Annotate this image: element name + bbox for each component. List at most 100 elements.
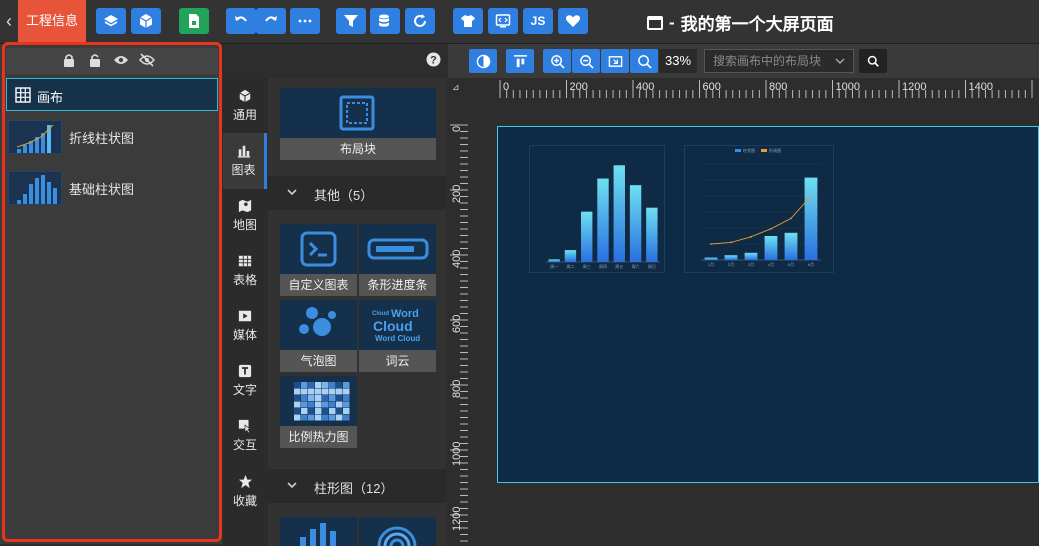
x-tick-label: 周三 xyxy=(583,263,591,269)
bar xyxy=(581,211,593,262)
zoom-level[interactable]: 33% xyxy=(659,49,697,73)
zoom-out-button[interactable] xyxy=(572,49,600,73)
layers-button[interactable] xyxy=(96,8,126,34)
layout-search-select[interactable]: 搜索画布中的布局块 xyxy=(704,49,854,73)
lock-icon[interactable] xyxy=(62,53,76,68)
category-map[interactable]: 地图 xyxy=(223,188,267,244)
refresh-button[interactable] xyxy=(405,8,435,34)
redo-button[interactable] xyxy=(256,8,286,34)
category-table[interactable]: 表格 xyxy=(223,243,267,299)
component-heatmap[interactable]: 比例热力图 xyxy=(280,376,357,448)
fit-screen-button[interactable] xyxy=(601,49,629,73)
contrast-button[interactable] xyxy=(469,49,497,73)
heatmap-cell xyxy=(315,408,322,414)
component-button[interactable] xyxy=(131,8,161,34)
project-info-tab[interactable]: 工程信息 xyxy=(18,0,86,44)
favorite-button[interactable] xyxy=(558,8,588,34)
radial-bar-thumbnail-icon xyxy=(377,526,417,546)
preview-button[interactable] xyxy=(488,8,518,34)
heatmap-cell xyxy=(301,388,308,395)
heatmap-cell xyxy=(336,401,343,408)
search-zoom-button[interactable] xyxy=(630,49,658,73)
zoom-in-icon xyxy=(550,54,565,69)
component-bar-chart-preview[interactable] xyxy=(280,517,357,546)
heatmap-cell xyxy=(336,388,343,395)
eye-icon[interactable] xyxy=(113,54,129,66)
heatmap-cell xyxy=(322,401,329,408)
category-interact[interactable]: 交互 xyxy=(223,408,267,464)
component-library: 布局块 其他（5） 自定义图表 条形进度条 气泡图 Cloud Word Clo… xyxy=(268,78,446,546)
layer-item-line-bar-chart[interactable]: 折线柱状图 xyxy=(6,113,218,161)
category-favorites[interactable]: 收藏 xyxy=(223,463,267,519)
category-text[interactable]: 文字 xyxy=(223,353,267,409)
theme-button[interactable] xyxy=(453,8,483,34)
heatmap-cell xyxy=(322,408,329,414)
unlock-icon[interactable] xyxy=(88,53,102,68)
heatmap-cell xyxy=(322,388,329,395)
ruler-label: 400 xyxy=(451,250,463,268)
heatmap-cell xyxy=(294,395,301,401)
heart-icon xyxy=(565,15,581,27)
line-bar-chart[interactable]: 柱状图 折线图 1月 2月 3月 4月 5月 6月 xyxy=(684,145,834,273)
layer-item-basic-bar-chart[interactable]: 基础柱状图 xyxy=(6,164,218,212)
x-tick-label: 5月 xyxy=(788,262,794,267)
heatmap-icon xyxy=(294,382,350,421)
progress-bar-icon xyxy=(367,238,429,260)
component-preview xyxy=(280,224,357,274)
component-custom-chart[interactable]: 自定义图表 xyxy=(280,224,357,296)
heatmap-cell xyxy=(343,388,350,395)
component-radial-bar-preview[interactable] xyxy=(359,517,436,546)
ruler-label: 1200 xyxy=(902,81,926,93)
component-layout-block[interactable]: 布局块 xyxy=(280,88,436,160)
contrast-icon xyxy=(476,54,490,68)
component-label: 比例热力图 xyxy=(288,430,349,444)
grid-icon xyxy=(15,87,31,103)
page-title-text: 我的第一个大屏页面 xyxy=(680,15,834,34)
x-tick-label: 2月 xyxy=(728,262,734,267)
zoom-in-button[interactable] xyxy=(543,49,571,73)
section-other[interactable]: 其他（5） xyxy=(268,176,446,210)
component-label: 自定义图表 xyxy=(288,278,349,292)
bar xyxy=(613,165,625,262)
back-button[interactable]: ‹ xyxy=(0,0,18,44)
component-label: 词云 xyxy=(385,354,410,368)
component-bubble-chart[interactable]: 气泡图 xyxy=(280,300,357,372)
ruler-label: 800 xyxy=(769,81,787,93)
category-charts[interactable]: 图表 xyxy=(223,133,267,189)
category-general[interactable]: 通用 xyxy=(223,78,267,134)
layer-thumbnail xyxy=(8,171,62,205)
align-button[interactable] xyxy=(506,49,534,73)
more-button[interactable] xyxy=(290,8,320,34)
save-button[interactable] xyxy=(179,8,209,34)
filter-icon xyxy=(344,15,358,27)
basic-bar-chart[interactable]: 周一 周二 周三 周四 周五 周六 周日 xyxy=(529,145,665,273)
layer-item-label: 折线柱状图 xyxy=(69,131,135,146)
component-progress-bar[interactable]: 条形进度条 xyxy=(359,224,436,296)
heatmap-cell xyxy=(308,414,315,421)
x-tick-label: 6月 xyxy=(808,262,814,267)
undo-button[interactable] xyxy=(226,8,256,34)
heatmap-cell xyxy=(294,414,301,421)
filter-button[interactable] xyxy=(336,8,366,34)
js-button[interactable]: JS xyxy=(523,8,553,34)
page-title: - 我的第一个大屏页面 xyxy=(647,10,834,35)
ruler-corner-icon[interactable]: ⊿ xyxy=(452,82,460,92)
heatmap-cell xyxy=(308,382,315,388)
line-bar-thumbnail-icon xyxy=(16,124,54,153)
bar xyxy=(629,185,642,262)
datasource-button[interactable] xyxy=(370,8,400,34)
ruler-label: 1000 xyxy=(836,81,860,93)
section-bar-charts[interactable]: 柱形图（12） xyxy=(268,469,446,503)
bubble-icon xyxy=(299,307,336,336)
heatmap-cell xyxy=(322,382,329,388)
eye-off-icon[interactable] xyxy=(139,53,155,67)
heatmap-cell xyxy=(308,401,315,408)
category-media[interactable]: 媒体 xyxy=(223,298,267,354)
component-word-cloud[interactable]: Cloud Word Cloud Word Cloud 词云 xyxy=(359,300,436,372)
heatmap-cell xyxy=(343,408,350,414)
help-icon[interactable]: ? xyxy=(426,52,441,67)
library-header xyxy=(223,44,446,78)
search-button[interactable] xyxy=(859,49,887,73)
x-tick-label: 周五 xyxy=(615,263,623,269)
layer-item-canvas[interactable]: 画布 xyxy=(6,78,218,111)
